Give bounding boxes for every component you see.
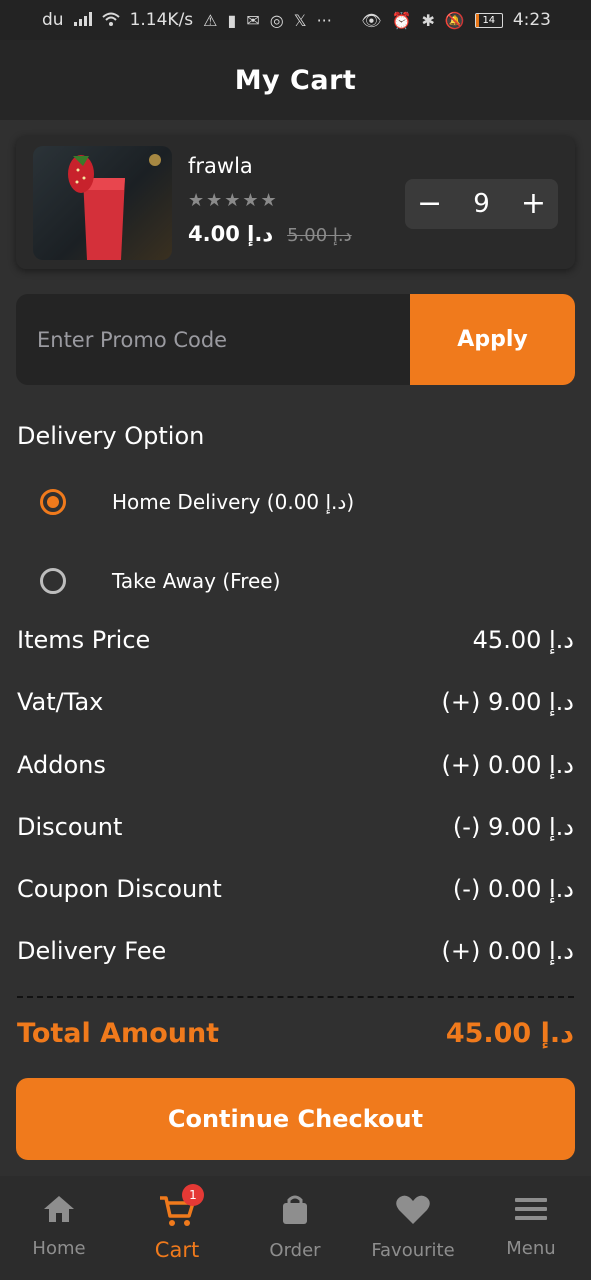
clock: 4:23 <box>512 10 551 30</box>
summary-row-discount: Discount (-) د.إ 9.00 <box>17 813 574 841</box>
total-value: د.إ 45.00 <box>445 1018 574 1049</box>
nav-label: Home <box>32 1238 86 1259</box>
summary-label: Delivery Fee <box>17 937 167 965</box>
delivery-option-home[interactable]: Home Delivery (د.إ 0.00) <box>40 489 354 515</box>
battery-alert-icon: ▮ <box>227 10 237 30</box>
cart-item-card[interactable]: frawla ★★★★★ د.إ 4.00 د.إ 5.00 − 9 + <box>16 136 575 269</box>
battery-fill <box>475 13 480 27</box>
alarm-icon: ⏰ <box>391 10 412 30</box>
battery-icon: 14 <box>474 12 503 28</box>
summary-row-coupon-discount: Coupon Discount (-) د.إ 0.00 <box>17 875 574 903</box>
summary-label: Coupon Discount <box>17 875 222 903</box>
status-bar: du 1.14K/s ⚠ ▮ ✉ ◎ 𝕏 ··· 👁 ⏰ ✱ 🔕 14 4:23 <box>0 0 591 40</box>
nav-home[interactable]: Home <box>0 1176 118 1280</box>
price-group: د.إ 4.00 د.إ 5.00 <box>188 222 352 246</box>
rating-stars: ★★★★★ <box>188 190 279 211</box>
nav-order[interactable]: Order <box>236 1176 354 1280</box>
more-icon: ··· <box>316 10 332 30</box>
network-speed: 1.14K/s <box>129 10 194 30</box>
app-header: My Cart <box>0 40 591 120</box>
nav-menu[interactable]: Menu <box>472 1176 590 1280</box>
wifi-icon <box>101 11 120 30</box>
radio-unselected-icon[interactable] <box>40 568 66 594</box>
summary-value: (-) د.إ 0.00 <box>452 875 574 903</box>
total-amount-row: Total Amount د.إ 45.00 <box>17 1018 574 1049</box>
current-price: د.إ 4.00 <box>188 222 274 246</box>
summary-row-addons: Addons (+) د.إ 0.00 <box>17 751 574 779</box>
summary-label: Discount <box>17 813 123 841</box>
nav-label: Menu <box>506 1238 556 1259</box>
status-right: 👁 ⏰ ✱ 🔕 14 4:23 <box>361 10 551 30</box>
nav-cart[interactable]: 1 Cart <box>118 1176 236 1280</box>
nav-label: Cart <box>154 1238 200 1262</box>
increment-button[interactable]: + <box>521 189 546 219</box>
original-price: د.إ 5.00 <box>287 225 352 246</box>
summary-label: Vat/Tax <box>17 688 104 716</box>
page-title: My Cart <box>234 64 357 96</box>
warning-icon: ⚠ <box>203 10 218 30</box>
quantity-value: 9 <box>473 189 490 219</box>
total-label: Total Amount <box>17 1018 220 1049</box>
summary-row-vat: Vat/Tax (+) د.إ 9.00 <box>17 688 574 716</box>
product-name: frawla <box>188 154 253 178</box>
summary-label: Items Price <box>17 626 151 654</box>
mute-icon: 🔕 <box>444 10 465 30</box>
continue-checkout-button[interactable]: Continue Checkout <box>16 1078 575 1160</box>
signal-icon <box>73 11 92 30</box>
instagram-icon: ◎ <box>269 10 284 30</box>
bottom-nav: Home 1 Cart Order Favourite Menu <box>0 1176 591 1280</box>
shopping-bag-icon <box>280 1194 310 1230</box>
summary-value: (+) د.إ 0.00 <box>441 937 574 965</box>
home-icon <box>42 1194 76 1228</box>
quantity-stepper: − 9 + <box>405 179 558 229</box>
battery-level: 14 <box>482 14 496 26</box>
nav-label: Favourite <box>371 1240 455 1261</box>
bluetooth-icon: ✱ <box>421 10 435 30</box>
radio-selected-icon[interactable] <box>40 489 66 515</box>
summary-value: (+) د.إ 9.00 <box>441 688 574 716</box>
summary-value: د.إ 45.00 <box>472 626 574 654</box>
promo-code-bar: Apply <box>16 294 575 385</box>
x-icon: 𝕏 <box>293 10 307 30</box>
cart-count-badge: 1 <box>182 1184 204 1206</box>
mail-icon: ✉ <box>246 10 260 30</box>
summary-row-delivery-fee: Delivery Fee (+) د.إ 0.00 <box>17 937 574 965</box>
dashed-divider <box>17 996 574 998</box>
summary-value: (-) د.إ 9.00 <box>452 813 574 841</box>
delivery-option-label: Home Delivery (د.إ 0.00) <box>112 490 355 514</box>
delivery-option-title: Delivery Option <box>17 422 205 450</box>
summary-value: (+) د.إ 0.00 <box>441 751 574 779</box>
hamburger-menu-icon <box>514 1194 548 1228</box>
nav-favourite[interactable]: Favourite <box>354 1176 472 1280</box>
summary-row-items-price: Items Price د.إ 45.00 <box>17 626 574 654</box>
delivery-option-label: Take Away (Free) <box>112 569 281 593</box>
delivery-option-takeaway[interactable]: Take Away (Free) <box>40 568 280 594</box>
carrier-label: du <box>42 10 64 30</box>
nav-label: Order <box>269 1240 321 1261</box>
summary-label: Addons <box>17 751 106 779</box>
heart-icon <box>395 1194 431 1230</box>
product-image <box>33 146 172 260</box>
eye-icon: 👁 <box>361 10 382 30</box>
decrement-button[interactable]: − <box>417 189 442 219</box>
apply-button[interactable]: Apply <box>410 294 575 385</box>
promo-code-input[interactable] <box>16 294 410 385</box>
status-left: du 1.14K/s ⚠ ▮ ✉ ◎ 𝕏 ··· <box>42 10 332 30</box>
